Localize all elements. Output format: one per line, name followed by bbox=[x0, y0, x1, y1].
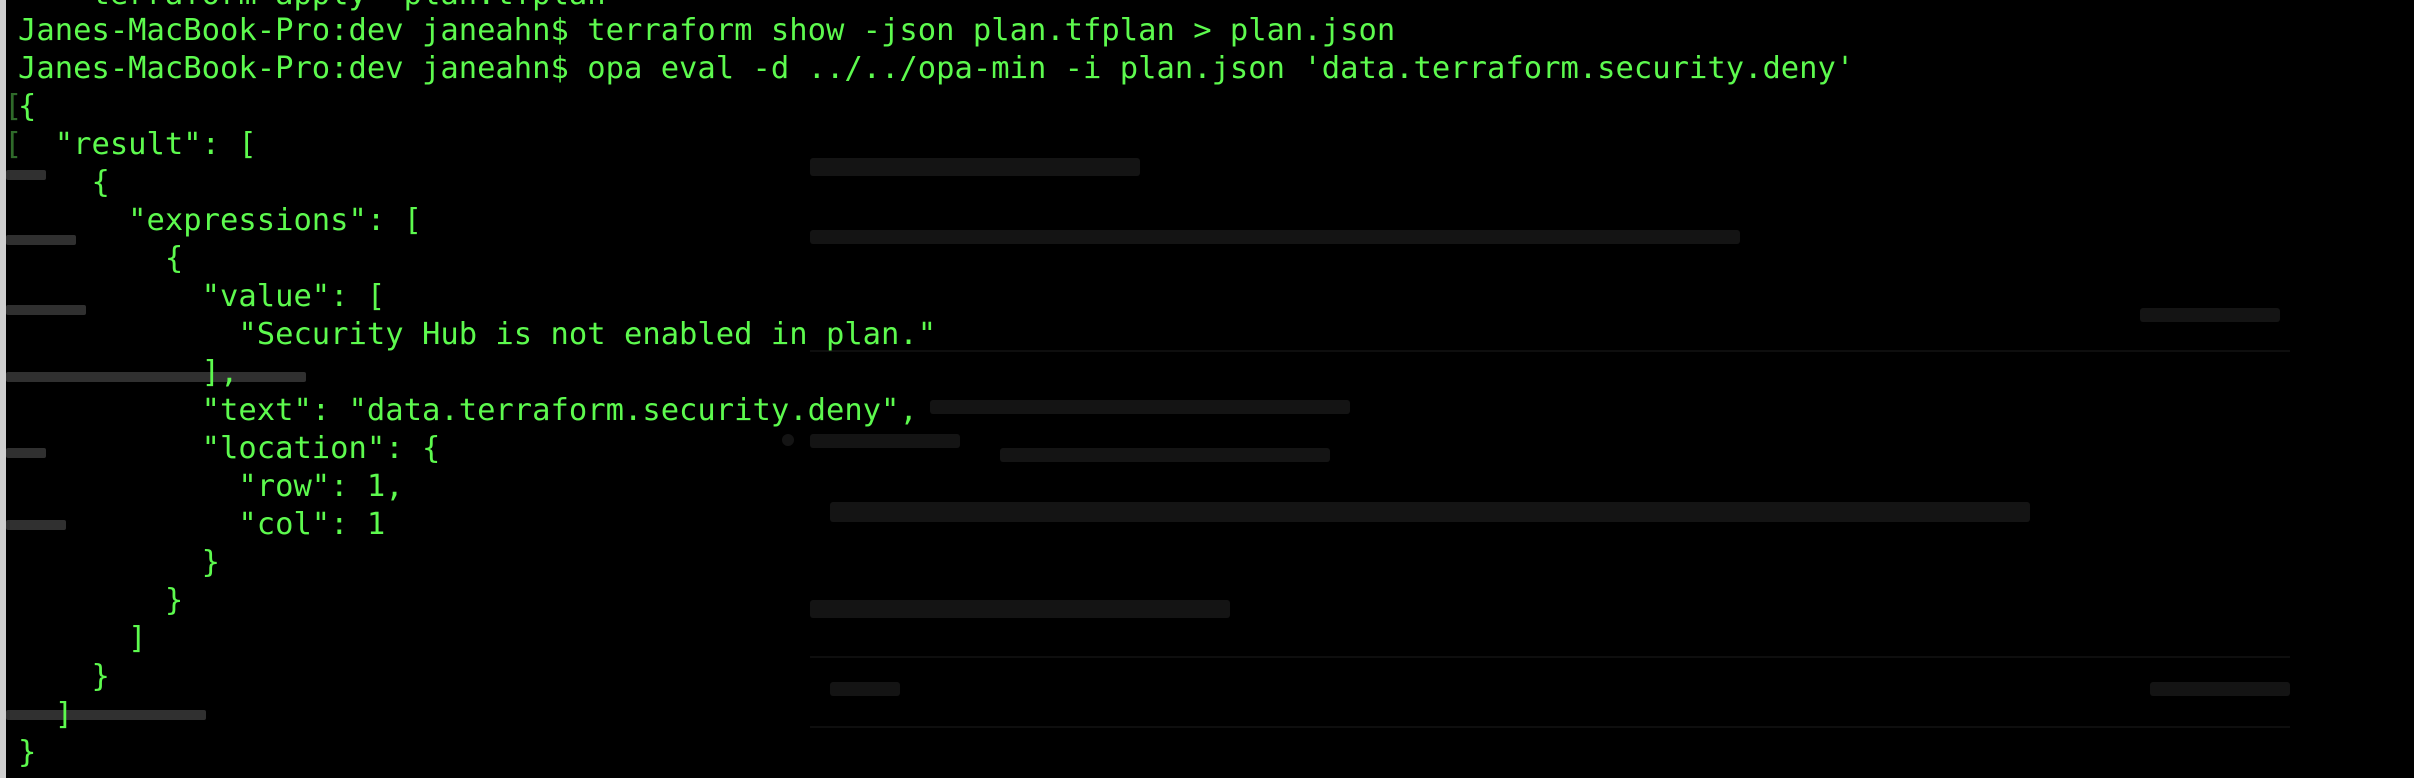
json-location-close: } bbox=[18, 545, 220, 580]
line-marker-bracket: [ bbox=[4, 89, 23, 124]
json-close-brace: } bbox=[18, 735, 37, 770]
line-marker-bracket: [ bbox=[4, 127, 23, 162]
json-result-item-open: { bbox=[18, 165, 110, 200]
json-value-message: "Security Hub is not enabled in plan." bbox=[18, 317, 937, 352]
json-result-item-close: } bbox=[18, 659, 110, 694]
json-expression-close: } bbox=[18, 583, 184, 618]
json-expressions-close: ] bbox=[18, 621, 147, 656]
json-value-key: "value": [ bbox=[18, 279, 386, 314]
json-location-key: "location": { bbox=[18, 431, 441, 466]
json-expressions-key: "expressions": [ bbox=[18, 203, 422, 238]
json-location-col: "col": 1 bbox=[18, 507, 386, 542]
json-location-row: "row": 1, bbox=[18, 469, 404, 504]
json-text-field: "text": "data.terraform.security.deny", bbox=[18, 393, 918, 428]
json-result-close: ] bbox=[18, 697, 74, 732]
json-result-key: "result": [ bbox=[18, 127, 257, 162]
background-window-ghost bbox=[760, 130, 2320, 778]
json-value-close: ], bbox=[18, 355, 239, 390]
json-expression-open: { bbox=[18, 241, 184, 276]
terminal-window[interactable]: terraform apply "plan.tfplan" Janes-MacB… bbox=[0, 0, 2414, 778]
terminal-prompt-opa-eval: Janes-MacBook-Pro:dev janeahn$ opa eval … bbox=[18, 51, 1855, 86]
terminal-prompt-terraform-show: Janes-MacBook-Pro:dev janeahn$ terraform… bbox=[18, 13, 1396, 48]
